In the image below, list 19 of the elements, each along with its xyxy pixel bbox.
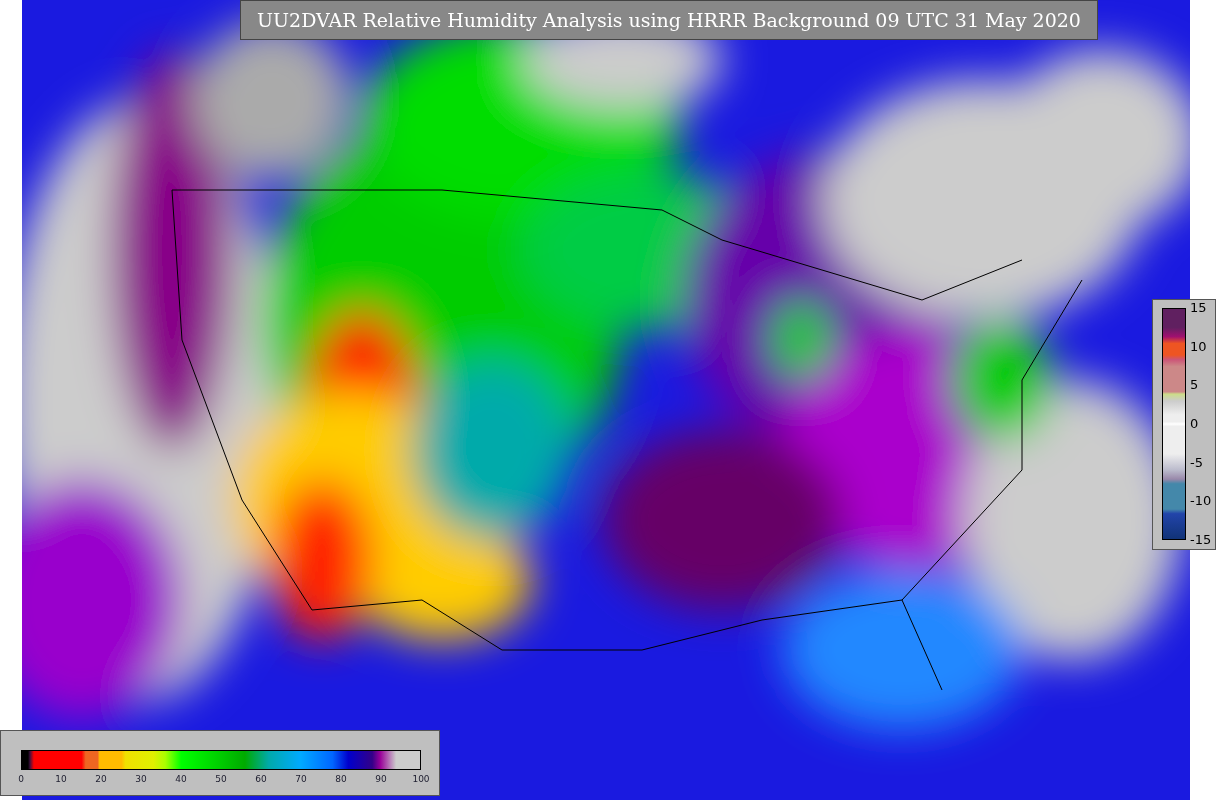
colorbar-tick-label: 30: [134, 774, 148, 784]
colorbar-tick-label: 80: [334, 774, 348, 784]
colorbar-tick-label: -15: [1190, 532, 1212, 547]
colorbar-tick-label: 100: [411, 774, 431, 784]
colorbar-tick-label: 10: [54, 774, 68, 784]
colorbar-tick-label: -5: [1190, 455, 1204, 470]
colorbar-tick-label: 0: [1190, 416, 1200, 431]
colorbar-tick-label: 15: [1190, 301, 1208, 315]
colorbar-tick-label: -10: [1190, 494, 1212, 509]
colorbar-tick-label: 60: [254, 774, 268, 784]
colorbar-tick-label: 40: [174, 774, 188, 784]
colorbar-tick-label: 20: [94, 774, 108, 784]
colorbar-tick-label: 70: [294, 774, 308, 784]
colorbar-tick-label: 50: [214, 774, 228, 784]
colorbar-tick-label: 5: [1190, 378, 1200, 393]
map-title: UU2DVAR Relative Humidity Analysis using HRRR Background 09 UTC 31 May 2020: [240, 0, 1098, 40]
colorbar-tick-label: 10: [1190, 339, 1208, 354]
colorbar-tick-label: 90: [374, 774, 388, 784]
colorbar-tick-label: 0: [17, 774, 25, 784]
